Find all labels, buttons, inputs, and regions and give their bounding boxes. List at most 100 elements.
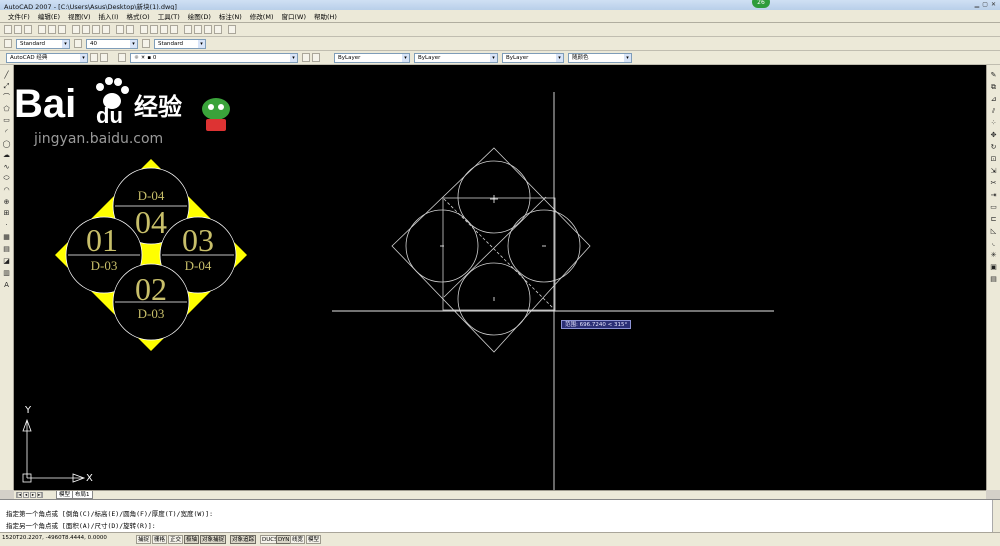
rectangle-icon[interactable]: ▭ bbox=[2, 116, 11, 125]
polyline-icon[interactable]: ⌒ bbox=[2, 93, 11, 102]
new-file-icon[interactable] bbox=[4, 25, 12, 34]
osnap-toggle[interactable]: 对象捕捉 bbox=[200, 535, 227, 544]
copy-object-icon[interactable]: ⧉ bbox=[989, 83, 998, 92]
ellipse-icon[interactable]: ⬭ bbox=[2, 174, 11, 183]
grid-toggle[interactable]: 栅格 bbox=[152, 535, 168, 544]
command-line[interactable]: 指定第一个角点或 [倒角(C)/标高(E)/圆角(F)/厚度(T)/宽度(W)]… bbox=[0, 499, 1000, 533]
mirror-icon[interactable]: ⊿ bbox=[989, 95, 998, 104]
insert-block-icon[interactable]: ⊕ bbox=[2, 198, 11, 207]
workspace-settings-icon[interactable] bbox=[90, 53, 98, 62]
menu-view[interactable]: 视图(V) bbox=[64, 11, 95, 21]
first-tab-icon[interactable]: |◂ bbox=[16, 492, 22, 498]
construction-line-icon[interactable]: ⤢ bbox=[2, 82, 11, 91]
fillet-icon[interactable]: ◟ bbox=[989, 239, 998, 248]
explode-icon[interactable]: ✳ bbox=[989, 251, 998, 260]
plotstyle-select[interactable]: 随颜色 ▾ bbox=[568, 53, 632, 63]
publish-icon[interactable] bbox=[58, 25, 66, 34]
lineweight-select[interactable]: ByLayer ▾ bbox=[502, 53, 564, 63]
save-icon[interactable] bbox=[24, 25, 32, 34]
tool-palettes-icon[interactable] bbox=[204, 25, 212, 34]
prev-tab-icon[interactable]: ◂ bbox=[23, 492, 29, 498]
zoom-previous-icon[interactable] bbox=[170, 25, 178, 34]
move-icon[interactable]: ✥ bbox=[989, 131, 998, 140]
menu-tools[interactable]: 工具(T) bbox=[154, 11, 184, 21]
menu-file[interactable]: 文件(F) bbox=[4, 11, 34, 21]
command-scrollbar[interactable] bbox=[992, 500, 1000, 533]
zoom-realtime-icon[interactable] bbox=[150, 25, 158, 34]
print-icon[interactable] bbox=[38, 25, 46, 34]
calculator-icon[interactable] bbox=[214, 25, 222, 34]
otrack-toggle[interactable]: 对象追踪 bbox=[230, 535, 257, 544]
layer-select[interactable]: ☼ ☀ ▪ 0 ▾ bbox=[130, 53, 298, 63]
hatch-icon[interactable]: ▦ bbox=[2, 233, 11, 242]
table-icon[interactable]: ▥ bbox=[2, 269, 11, 278]
pan-icon[interactable] bbox=[140, 25, 148, 34]
text-style-select[interactable]: Standard ▾ bbox=[16, 39, 70, 49]
redo-icon[interactable] bbox=[126, 25, 134, 34]
maximize-icon[interactable]: ▢ bbox=[982, 1, 988, 8]
ellipse-arc-icon[interactable]: ◠ bbox=[2, 186, 11, 195]
model-toggle[interactable]: 模型 bbox=[306, 535, 322, 544]
menu-help[interactable]: 帮助(H) bbox=[310, 11, 341, 21]
layer-manager-icon[interactable] bbox=[118, 53, 126, 62]
notification-badge[interactable]: 26 bbox=[752, 0, 770, 8]
stretch-icon[interactable]: ⇲ bbox=[989, 167, 998, 176]
tab-layout1[interactable]: 布局1 bbox=[72, 491, 93, 499]
spline-icon[interactable]: ∿ bbox=[2, 163, 11, 172]
extend-icon[interactable]: ⇥ bbox=[989, 191, 998, 200]
snap-toggle[interactable]: 捕捉 bbox=[136, 535, 152, 544]
menu-draw[interactable]: 绘图(D) bbox=[184, 11, 215, 21]
close-icon[interactable]: ✕ bbox=[991, 1, 996, 8]
menu-format[interactable]: 格式(O) bbox=[123, 11, 154, 21]
circle-icon[interactable]: ◯ bbox=[2, 140, 11, 149]
break-icon[interactable]: ▭ bbox=[989, 203, 998, 212]
multiline-text-icon[interactable]: A bbox=[2, 281, 11, 290]
design-center-icon[interactable] bbox=[194, 25, 202, 34]
last-tab-icon[interactable]: ▸| bbox=[37, 492, 43, 498]
open-file-icon[interactable] bbox=[14, 25, 22, 34]
polygon-icon[interactable]: ⬠ bbox=[2, 105, 11, 114]
chamfer-icon[interactable]: ◺ bbox=[989, 227, 998, 236]
linetype-select[interactable]: ByLayer ▾ bbox=[414, 53, 498, 63]
text-style-icon[interactable] bbox=[4, 39, 12, 48]
tab-model[interactable]: 模型 bbox=[56, 491, 74, 499]
properties-panel-icon[interactable]: ▤ bbox=[989, 275, 998, 284]
menu-dimension[interactable]: 标注(N) bbox=[215, 11, 246, 21]
make-layer-current-icon[interactable] bbox=[302, 53, 310, 62]
line-icon[interactable]: ╱ bbox=[2, 71, 11, 80]
dim-style-icon[interactable] bbox=[142, 39, 150, 48]
scale-icon[interactable]: ⊡ bbox=[989, 155, 998, 164]
preview-icon[interactable] bbox=[48, 25, 56, 34]
array-icon[interactable]: ⁘ bbox=[989, 119, 998, 128]
draworder-icon[interactable]: ▣ bbox=[989, 263, 998, 272]
lineweight-toggle[interactable]: 线宽 bbox=[290, 535, 306, 544]
layer-previous-icon[interactable] bbox=[312, 53, 320, 62]
dim-style-select[interactable]: Standard ▾ bbox=[154, 39, 206, 49]
rotate-icon[interactable]: ↻ bbox=[989, 143, 998, 152]
menu-modify[interactable]: 修改(M) bbox=[246, 11, 278, 21]
paste-icon[interactable] bbox=[92, 25, 100, 34]
point-icon[interactable]: · bbox=[2, 221, 11, 230]
workspace-select[interactable]: AutoCAD 经典 ▾ bbox=[6, 53, 88, 63]
help-icon[interactable] bbox=[228, 25, 236, 34]
trim-icon[interactable]: ✂ bbox=[989, 179, 998, 188]
drawing-canvas[interactable]: D-04 04 01 D-03 03 D-04 02 D-03 Y X 范围: … bbox=[14, 65, 986, 490]
undo-icon[interactable] bbox=[116, 25, 124, 34]
zoom-window-icon[interactable] bbox=[160, 25, 168, 34]
region-icon[interactable]: ◪ bbox=[2, 257, 11, 266]
workspace-save-icon[interactable] bbox=[100, 53, 108, 62]
erase-icon[interactable]: ✎ bbox=[989, 71, 998, 80]
text-height-icon[interactable] bbox=[74, 39, 82, 48]
ortho-toggle[interactable]: 正交 bbox=[168, 535, 184, 544]
revision-cloud-icon[interactable]: ☁ bbox=[2, 151, 11, 160]
cut-icon[interactable] bbox=[72, 25, 80, 34]
color-select[interactable]: ByLayer ▾ bbox=[334, 53, 410, 63]
polar-toggle[interactable]: 极轴 bbox=[184, 535, 200, 544]
menu-edit[interactable]: 编辑(E) bbox=[34, 11, 64, 21]
text-height-select[interactable]: 40 ▾ bbox=[86, 39, 138, 49]
minimize-icon[interactable]: ▁ bbox=[975, 1, 980, 8]
offset-icon[interactable]: ⫽ bbox=[989, 107, 998, 116]
menu-insert[interactable]: 插入(I) bbox=[95, 11, 123, 21]
gradient-icon[interactable]: ▤ bbox=[2, 245, 11, 254]
next-tab-icon[interactable]: ▸ bbox=[30, 492, 36, 498]
